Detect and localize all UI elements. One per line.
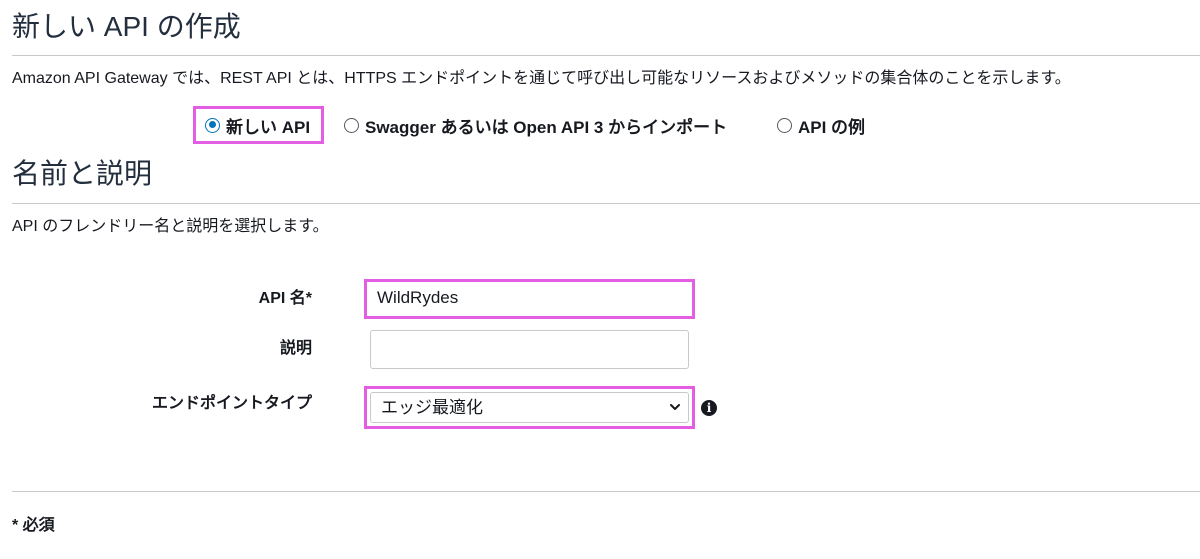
radio-new-api[interactable]: 新しい API	[193, 106, 324, 144]
api-source-radio-group: 新しい API Swagger あるいは Open API 3 からインポート …	[193, 106, 893, 144]
api-name-input[interactable]: WildRydes	[367, 282, 692, 316]
radio-unselected-icon	[777, 117, 792, 133]
divider	[12, 491, 1200, 492]
radio-example-api[interactable]: API の例	[777, 106, 865, 144]
endpoint-type-select[interactable]: エッジ最適化	[370, 392, 689, 423]
radio-unselected-icon	[344, 117, 359, 133]
required-note: * 必須	[12, 517, 55, 534]
divider	[12, 203, 1200, 204]
divider	[12, 55, 1200, 56]
endpoint-type-label: エンドポイントタイプ	[151, 395, 312, 412]
create-api-title: 新しい API の作成	[12, 11, 241, 42]
create-api-description: Amazon API Gateway では、REST API とは、HTTPS …	[12, 70, 1071, 87]
description-input[interactable]	[370, 330, 689, 369]
endpoint-type-value: エッジ最適化	[381, 398, 483, 417]
radio-selected-icon	[205, 117, 220, 133]
info-icon[interactable]: i	[701, 400, 717, 416]
chevron-down-icon	[670, 404, 680, 410]
api-name-highlight: WildRydes	[364, 279, 695, 319]
radio-import-swagger-label: Swagger あるいは Open API 3 からインポート	[365, 117, 728, 137]
api-name-label: API 名*	[258, 290, 312, 307]
endpoint-type-highlight: エッジ最適化	[364, 386, 695, 429]
radio-example-api-label: API の例	[798, 117, 866, 137]
radio-new-api-label: 新しい API	[226, 117, 311, 137]
name-section-title: 名前と説明	[12, 158, 153, 189]
name-section-description: API のフレンドリー名と説明を選択します。	[12, 218, 329, 235]
radio-import-swagger[interactable]: Swagger あるいは Open API 3 からインポート	[344, 106, 727, 144]
description-label: 説明	[279, 340, 312, 357]
